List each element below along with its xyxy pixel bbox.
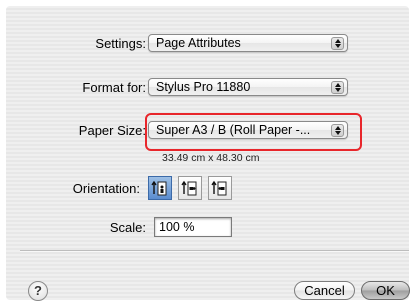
scale-input[interactable]: 100 % (154, 217, 232, 237)
help-button[interactable]: ? (28, 281, 48, 301)
ok-button[interactable]: OK (361, 281, 410, 300)
settings-popup[interactable]: Page Attributes (148, 34, 348, 52)
landscape-orientation-button[interactable] (178, 176, 202, 200)
orientation-label: Orientation: (72, 181, 140, 196)
portrait-orientation-icon (151, 180, 167, 196)
paper-size-popup[interactable]: Super A3 / B (Roll Paper -... (148, 121, 348, 139)
paper-dimensions: 33.49 cm x 48.30 cm (162, 152, 260, 164)
landscape-orientation-icon (181, 180, 197, 196)
format-for-popup[interactable]: Stylus Pro 11880 (148, 78, 348, 96)
scale-label: Scale: (109, 220, 146, 235)
paper-size-label: Paper Size: (78, 123, 146, 138)
popup-arrows-icon (331, 124, 344, 137)
page-setup-dialog: Settings: Page Attributes Format for: St… (6, 6, 410, 301)
settings-popup-value: Page Attributes (156, 36, 241, 50)
reverse-landscape-orientation-icon (211, 180, 227, 196)
settings-label: Settings: (95, 36, 146, 51)
format-for-popup-value: Stylus Pro 11880 (156, 80, 251, 94)
portrait-orientation-button[interactable] (148, 176, 172, 200)
reverse-landscape-orientation-button[interactable] (208, 176, 232, 200)
footer-separator (20, 250, 409, 252)
cancel-button[interactable]: Cancel (294, 281, 355, 300)
paper-size-popup-value: Super A3 / B (Roll Paper -... (156, 123, 311, 137)
format-for-label: Format for: (82, 80, 146, 95)
popup-arrows-icon (331, 37, 344, 50)
popup-arrows-icon (331, 81, 344, 94)
